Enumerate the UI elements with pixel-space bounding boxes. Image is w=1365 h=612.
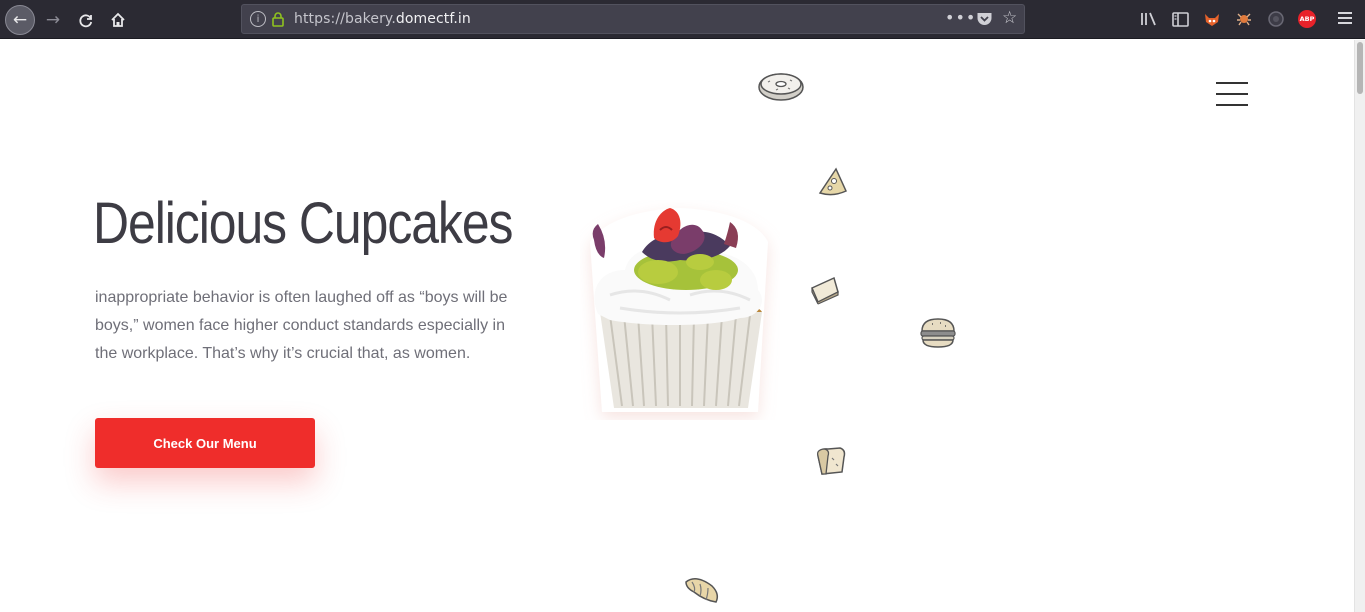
reload-icon <box>79 14 93 28</box>
adblock-plus-icon[interactable]: ABP <box>1297 9 1317 29</box>
cupcake-image <box>590 208 768 412</box>
burger-icon <box>920 318 956 348</box>
home-icon <box>111 12 125 27</box>
cake-slice-icon <box>811 276 839 305</box>
library-icon[interactable] <box>1139 9 1159 29</box>
extension-fox-icon[interactable] <box>1202 9 1222 29</box>
info-icon[interactable]: i <box>250 11 266 27</box>
more-horizontal-icon[interactable]: ••• <box>945 8 976 27</box>
home-button[interactable] <box>103 5 133 35</box>
sidebar-icon[interactable] <box>1170 9 1190 29</box>
check-menu-button[interactable]: Check Our Menu <box>95 418 315 468</box>
back-button[interactable]: ← <box>5 5 35 35</box>
hero-description: inappropriate behavior is often laughed … <box>95 289 508 362</box>
lock-icon <box>272 12 284 27</box>
extension-globe-icon[interactable] <box>1266 9 1286 29</box>
url-domain: domectf.in <box>395 11 471 27</box>
browser-toolbar: ← → i https://bakery.domectf.in ••• ☆ AB… <box>0 0 1365 39</box>
donut-icon <box>758 73 804 101</box>
hamburger-menu-icon[interactable] <box>1338 12 1352 24</box>
site-menu-button[interactable] <box>1216 82 1248 106</box>
url-text[interactable]: https://bakery.domectf.in <box>294 11 471 27</box>
abp-label: ABP <box>1298 10 1316 28</box>
croissant-icon <box>685 578 719 603</box>
arrow-left-icon: ← <box>12 10 28 30</box>
url-prefix: https://bakery. <box>294 11 396 27</box>
bread-icon <box>816 447 846 475</box>
hero-title: Delicious Cupcakes <box>93 191 513 256</box>
pocket-icon[interactable] <box>976 11 993 27</box>
reload-button[interactable] <box>71 5 101 35</box>
scrollbar-thumb[interactable] <box>1357 42 1363 94</box>
page-viewport: Delicious Cupcakes inappropriate behavio… <box>0 40 1354 612</box>
pizza-slice-icon <box>818 167 847 196</box>
arrow-right-icon: → <box>45 10 61 30</box>
bookmark-star-icon[interactable]: ☆ <box>1002 8 1017 28</box>
address-bar[interactable]: i https://bakery.domectf.in ••• ☆ <box>241 4 1025 34</box>
extension-bug-icon[interactable] <box>1234 9 1254 29</box>
page-scrollbar[interactable] <box>1354 40 1365 612</box>
forward-button[interactable]: → <box>38 5 68 35</box>
